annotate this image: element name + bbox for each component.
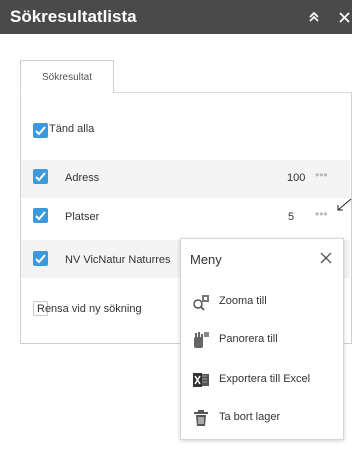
layer-checkbox-nv-vicnatur[interactable] bbox=[33, 251, 48, 266]
more-options-icon[interactable]: ••• bbox=[315, 168, 328, 182]
menu-item-pan-to[interactable]: Panorera till bbox=[181, 322, 343, 358]
menu-item-label: Zooma till bbox=[219, 295, 267, 307]
menu-item-label: Ta bort lager bbox=[219, 411, 281, 423]
toggle-all-checkbox[interactable] bbox=[33, 123, 48, 138]
toggle-all-label: Tänd alla bbox=[49, 123, 95, 135]
tab-search-results[interactable]: Sökresultat bbox=[20, 60, 114, 94]
menu-title: Meny bbox=[190, 252, 222, 267]
collapse-up-icon[interactable] bbox=[303, 0, 325, 34]
more-options-icon[interactable]: ••• bbox=[315, 207, 328, 221]
excel-icon bbox=[192, 371, 210, 389]
zoom-to-icon bbox=[192, 293, 210, 311]
layer-label-nv-vicnatur: NV VicNatur Naturres bbox=[65, 254, 171, 266]
menu-item-remove-layer[interactable]: Ta bort lager bbox=[181, 400, 343, 436]
close-icon[interactable] bbox=[333, 0, 352, 34]
layer-checkbox-platser[interactable] bbox=[33, 208, 48, 223]
menu-item-label: Panorera till bbox=[219, 333, 278, 345]
layer-label-adress: Adress bbox=[65, 172, 100, 184]
layer-context-menu: Meny Zooma till Panorera till Exportera … bbox=[180, 238, 344, 440]
pointer-arrow-icon bbox=[337, 198, 352, 211]
trash-icon bbox=[192, 409, 210, 427]
menu-item-zoom-to[interactable]: Zooma till bbox=[181, 284, 343, 320]
clear-on-search-label: Rensa vid ny sökning bbox=[37, 303, 142, 315]
layer-label-platser: Platser bbox=[65, 211, 100, 223]
menu-item-export-excel[interactable]: Exportera till Excel bbox=[181, 362, 343, 398]
pan-to-icon bbox=[192, 331, 210, 349]
layer-checkbox-adress[interactable] bbox=[33, 169, 48, 184]
menu-item-label: Exportera till Excel bbox=[219, 373, 311, 385]
layer-count-adress: 100 bbox=[287, 172, 306, 184]
close-icon[interactable] bbox=[317, 249, 335, 267]
widget-titlebar: Sökresultatlista bbox=[0, 0, 352, 34]
widget-title: Sökresultatlista bbox=[10, 7, 137, 26]
layer-count-platser: 5 bbox=[288, 211, 295, 223]
